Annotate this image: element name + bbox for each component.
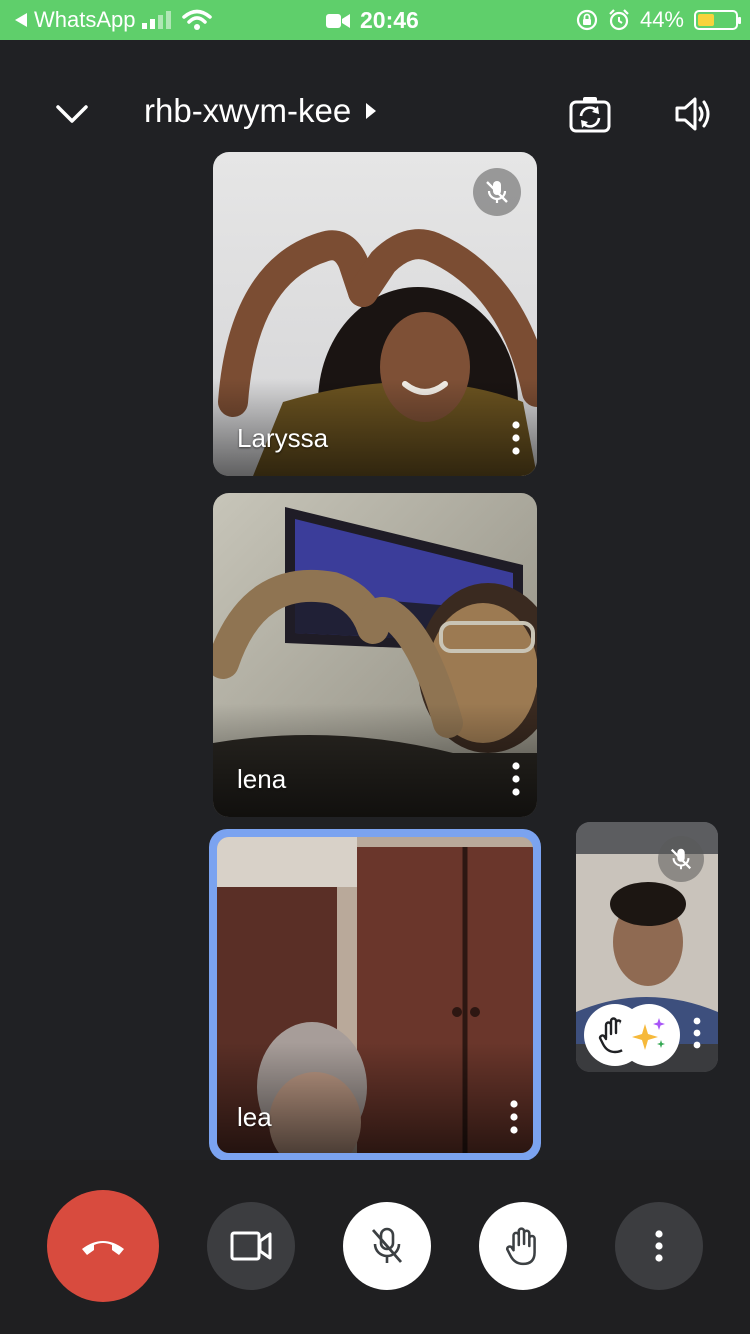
battery-percent: 44%	[639, 7, 684, 32]
status-bar: WhatsApp 20:46 44%	[0, 0, 750, 40]
more-options-button[interactable]	[615, 1202, 703, 1290]
sparkle-effects-icon	[632, 1018, 665, 1050]
cellular-signal-icon	[141, 11, 171, 29]
more-vert-icon[interactable]	[509, 420, 523, 456]
active-speaker-frame: lea	[217, 837, 533, 1153]
status-back-to-app[interactable]: WhatsApp	[14, 7, 212, 33]
phone-hangup-icon	[82, 1241, 124, 1255]
participant-name: lena	[237, 764, 287, 794]
rotation-lock-icon	[576, 9, 598, 31]
participant-tile-laryssa[interactable]: Laryssa	[213, 152, 537, 476]
camera-toggle-button[interactable]	[207, 1202, 295, 1290]
call-header: rhb-xwym-kee	[0, 70, 750, 154]
mic-toggle-button[interactable]	[343, 1202, 431, 1290]
status-right-group: 44%	[576, 7, 741, 33]
speaker-button[interactable]	[672, 92, 716, 136]
chevron-down-icon	[56, 105, 88, 123]
status-time: 20:46	[360, 7, 419, 33]
self-muted-indicator	[658, 836, 704, 882]
meeting-code-button[interactable]: rhb-xwym-kee	[144, 92, 377, 130]
status-time-group: 20:46	[326, 7, 419, 34]
switch-camera-icon	[569, 97, 611, 133]
muted-indicator	[473, 168, 521, 216]
video-call-status-icon	[326, 13, 350, 28]
more-vert-icon	[655, 1230, 663, 1262]
back-arrow-icon	[15, 13, 27, 27]
self-more-vert-icon[interactable]	[692, 1016, 702, 1050]
participant-tile-lea[interactable]: lea	[209, 829, 541, 1161]
switch-camera-button[interactable]	[566, 92, 614, 136]
hand-icon	[505, 1227, 536, 1266]
mic-off-icon	[371, 1227, 403, 1263]
mic-off-icon	[486, 181, 508, 203]
battery-icon	[694, 10, 741, 30]
collapse-button[interactable]	[52, 94, 92, 134]
participant-name: Laryssa	[237, 423, 329, 453]
more-vert-icon[interactable]	[507, 1099, 521, 1135]
alarm-icon	[609, 9, 629, 31]
end-call-button[interactable]	[47, 1190, 159, 1302]
meeting-code: rhb-xwym-kee	[144, 92, 352, 129]
participant-name: lea	[237, 1102, 272, 1132]
self-view-tile[interactable]	[576, 822, 718, 1072]
mic-off-icon	[670, 848, 692, 870]
more-vert-icon[interactable]	[509, 761, 523, 797]
video-camera-icon	[230, 1231, 272, 1261]
wifi-icon	[181, 9, 212, 30]
chevron-right-icon	[366, 103, 377, 119]
back-app-label: WhatsApp	[34, 7, 136, 32]
speaker-icon	[675, 97, 710, 131]
call-controls-bar	[0, 1160, 750, 1334]
raise-hand-button[interactable]	[479, 1202, 567, 1290]
effects-button[interactable]	[618, 1004, 680, 1066]
participant-tile-lena[interactable]: lena	[213, 493, 537, 817]
